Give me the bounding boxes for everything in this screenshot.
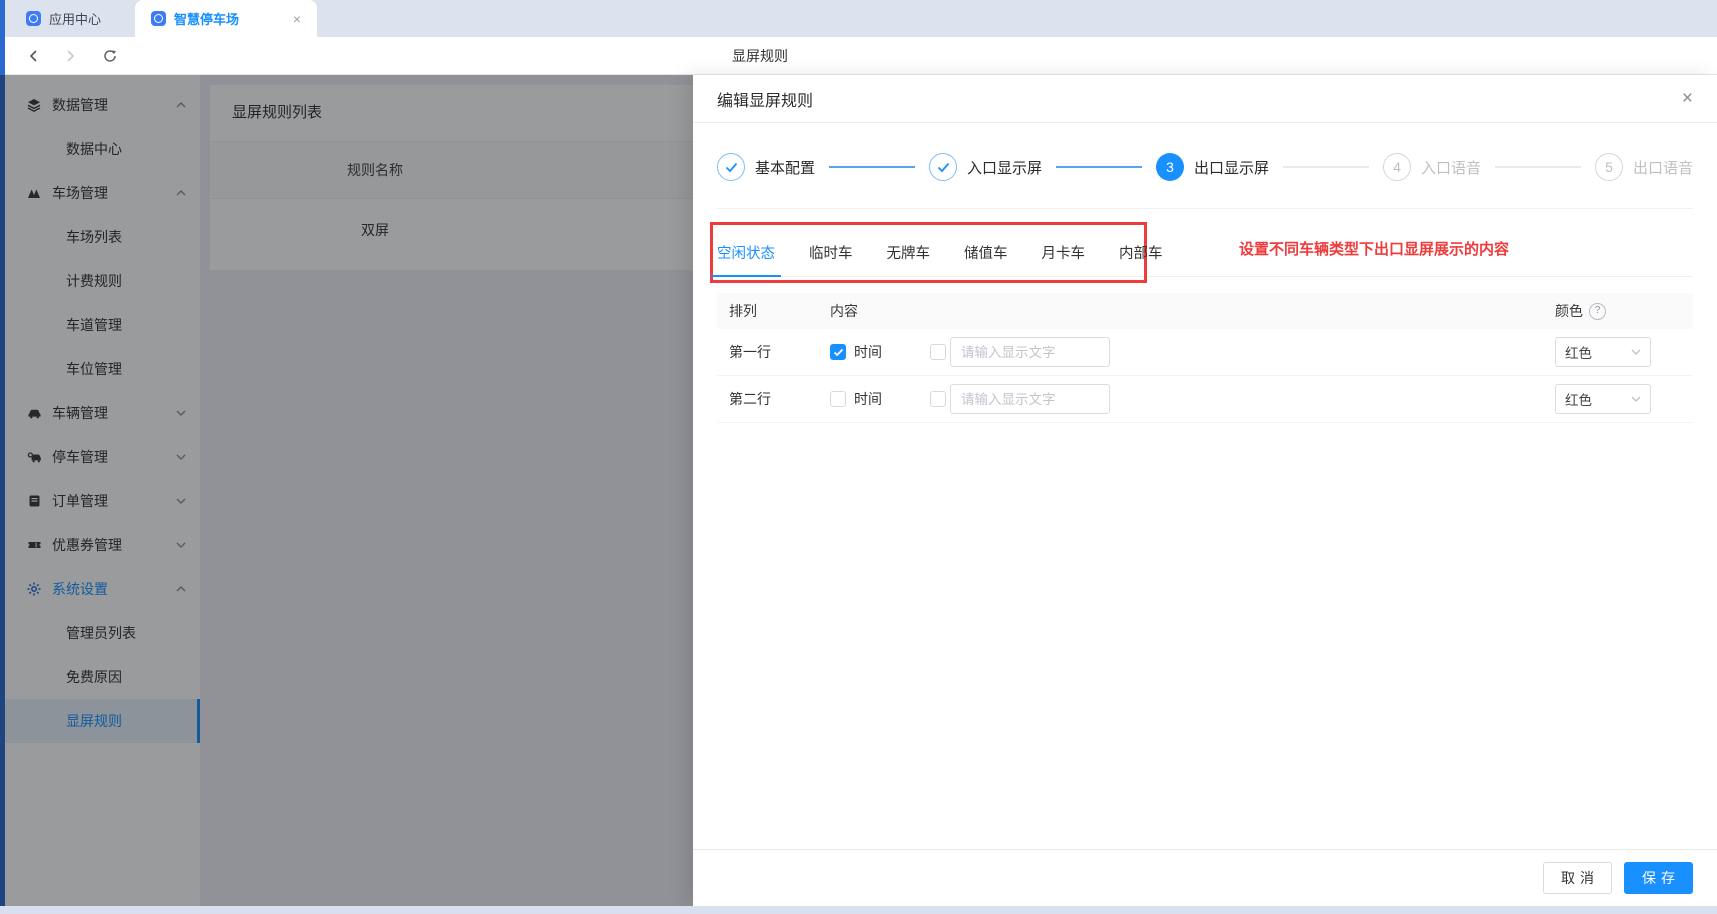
browser-tab-bar: 应用中心 智慧停车场 × bbox=[0, 0, 1717, 37]
window-bottom-edge bbox=[0, 906, 1717, 914]
tab-temporary-car[interactable]: 临时车 bbox=[809, 229, 853, 276]
drawer-header: 编辑显屏规则 × bbox=[693, 75, 1717, 123]
save-button[interactable]: 保存 bbox=[1624, 862, 1693, 894]
chevron-down-icon bbox=[1631, 396, 1641, 402]
step-label: 入口语音 bbox=[1421, 159, 1482, 177]
tab-stored-value-car[interactable]: 储值车 bbox=[964, 229, 1008, 276]
table-row: 第一行 时间 红色 bbox=[717, 329, 1693, 376]
time-checkbox-label: 时间 bbox=[854, 391, 882, 407]
step-basic-config[interactable]: 基本配置 bbox=[717, 153, 815, 181]
tab-monthly-card-car[interactable]: 月卡车 bbox=[1042, 229, 1086, 276]
time-checkbox-label: 时间 bbox=[854, 344, 882, 360]
cancel-button[interactable]: 取消 bbox=[1543, 862, 1612, 894]
step-connector bbox=[1283, 166, 1369, 168]
parking-app-icon bbox=[151, 11, 167, 26]
row-label: 第二行 bbox=[729, 391, 771, 407]
step-connector bbox=[1056, 166, 1142, 168]
tab-idle-status[interactable]: 空闲状态 bbox=[711, 229, 781, 277]
time-checkbox[interactable] bbox=[830, 391, 846, 407]
color-select-value: 红色 bbox=[1565, 393, 1592, 408]
steps-wizard: 基本配置 入口显示屏 3 出口显示屏 4 入口语音 5 出口语音 bbox=[717, 123, 1693, 209]
step-number: 4 bbox=[1383, 153, 1411, 181]
app-center-icon bbox=[26, 11, 41, 26]
chevron-down-icon bbox=[1631, 349, 1641, 355]
custom-text-checkbox[interactable] bbox=[930, 391, 946, 407]
color-select[interactable]: 红色 bbox=[1555, 337, 1651, 367]
step-connector bbox=[829, 166, 915, 168]
step-entry-voice[interactable]: 4 入口语音 bbox=[1383, 153, 1481, 181]
time-checkbox[interactable] bbox=[830, 344, 846, 360]
page-title: 显屏规则 bbox=[732, 48, 788, 64]
step-number: 5 bbox=[1595, 153, 1623, 181]
step-check-icon bbox=[717, 153, 745, 181]
step-connector bbox=[1495, 166, 1581, 168]
tab-unlicensed-car[interactable]: 无牌车 bbox=[887, 229, 931, 276]
step-entry-display[interactable]: 入口显示屏 bbox=[929, 153, 1042, 181]
step-number: 3 bbox=[1156, 153, 1184, 181]
modal-overlay[interactable] bbox=[0, 75, 693, 906]
header-content: 内容 bbox=[830, 303, 858, 319]
header-color: 颜色 bbox=[1555, 303, 1583, 319]
close-icon[interactable]: × bbox=[1682, 89, 1693, 108]
annotation-text: 设置不同车辆类型下出口显屏展示的内容 bbox=[1239, 241, 1510, 258]
tab-close-icon[interactable]: × bbox=[293, 11, 301, 27]
step-label: 入口显示屏 bbox=[967, 159, 1043, 177]
step-label: 基本配置 bbox=[755, 159, 816, 177]
refresh-icon[interactable] bbox=[98, 44, 122, 68]
tab-internal-car[interactable]: 内部车 bbox=[1119, 229, 1163, 276]
display-content-table: 排列 内容 颜色 ? 第一行 时间 请输入显示文字 红色 第二行 时间 请输入显… bbox=[717, 293, 1693, 423]
help-icon[interactable]: ? bbox=[1589, 302, 1606, 320]
workspace: 数据管理 数据中心 车场管理 车场列表 计费规则 车道管理 车位管理 车辆管理 bbox=[0, 75, 1717, 906]
table-header: 排列 内容 颜色 ? bbox=[717, 293, 1693, 329]
drawer-footer: 取消 保存 bbox=[693, 849, 1717, 906]
step-label: 出口显示屏 bbox=[1194, 159, 1270, 177]
row-label: 第一行 bbox=[729, 344, 771, 360]
browser-tab-label: 应用中心 bbox=[49, 12, 102, 27]
browser-tab-app-center[interactable]: 应用中心 bbox=[10, 0, 117, 37]
display-text-input[interactable] bbox=[950, 384, 1110, 414]
color-select-value: 红色 bbox=[1565, 346, 1592, 361]
table-row: 第二行 时间 红色 bbox=[717, 376, 1693, 423]
browser-tab-smart-parking[interactable]: 智慧停车场 × bbox=[135, 0, 318, 37]
forward-icon[interactable] bbox=[58, 44, 82, 68]
step-exit-voice[interactable]: 5 出口语音 bbox=[1595, 153, 1693, 181]
step-exit-display[interactable]: 3 出口显示屏 bbox=[1156, 153, 1269, 181]
step-check-icon bbox=[929, 153, 957, 181]
browser-tab-label: 智慧停车场 bbox=[174, 12, 240, 27]
step-label: 出口语音 bbox=[1633, 159, 1694, 177]
back-icon[interactable] bbox=[22, 44, 46, 68]
color-select[interactable]: 红色 bbox=[1555, 384, 1651, 414]
edit-display-rule-drawer: 编辑显屏规则 × 基本配置 入口显示屏 3 出口显示屏 4 入口语音 5 出口语… bbox=[693, 75, 1717, 906]
drawer-title: 编辑显屏规则 bbox=[717, 92, 814, 110]
nav-bar: 显屏规则 bbox=[0, 37, 1717, 75]
custom-text-checkbox[interactable] bbox=[930, 344, 946, 360]
header-arrange: 排列 bbox=[729, 303, 757, 319]
display-text-input[interactable] bbox=[950, 337, 1110, 367]
drawer-body: 基本配置 入口显示屏 3 出口显示屏 4 入口语音 5 出口语音 空闲状态 临时… bbox=[693, 123, 1717, 849]
vehicle-type-tabs: 空闲状态 临时车 无牌车 储值车 月卡车 内部车 设置不同车辆类型下出口显屏展示… bbox=[710, 222, 1693, 283]
